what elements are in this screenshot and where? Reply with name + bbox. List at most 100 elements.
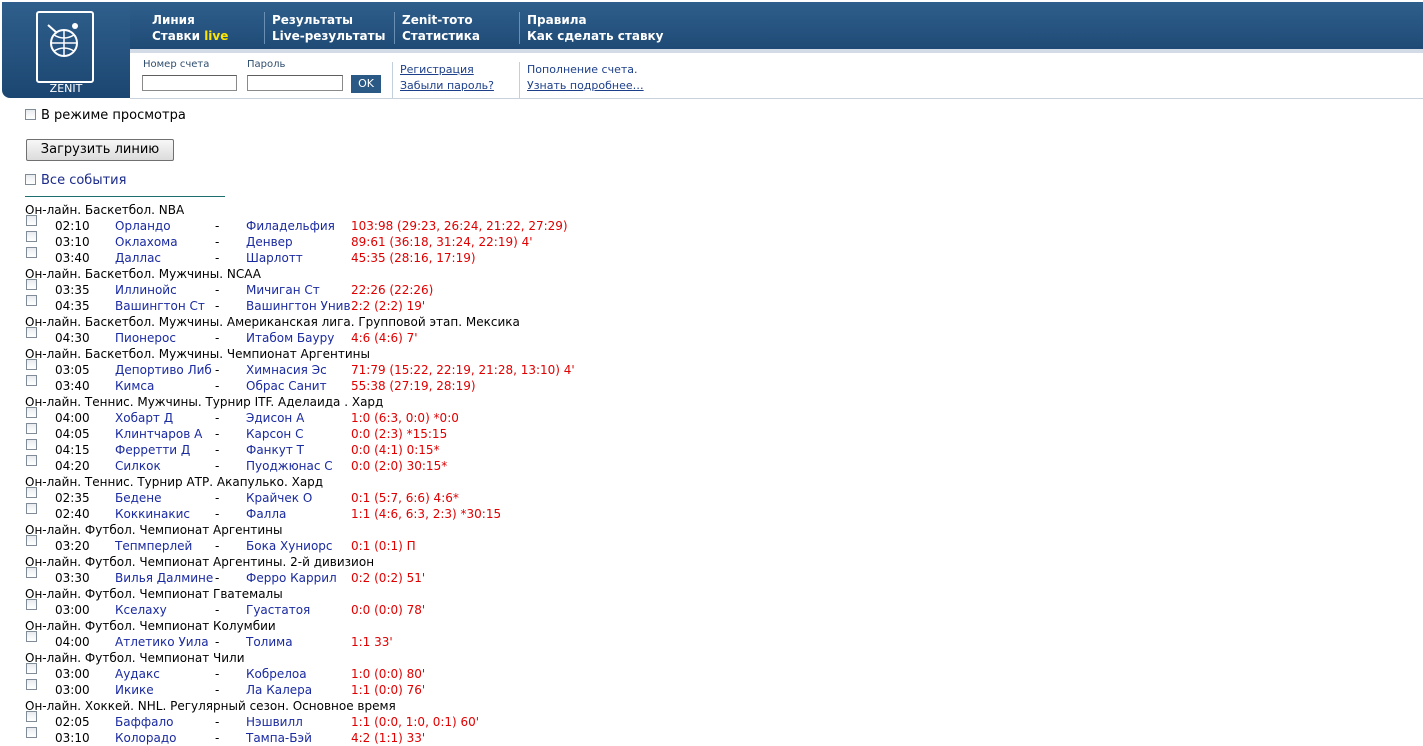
event-dash: -	[215, 683, 220, 697]
event-checkbox[interactable]	[26, 599, 37, 610]
event-team2[interactable]: Крайчек О	[246, 490, 312, 506]
login-ok-button[interactable]: OK	[351, 75, 381, 93]
account-number-input[interactable]	[142, 75, 237, 91]
event-team2[interactable]: Кобрелоа	[246, 666, 307, 682]
event-checkbox[interactable]	[26, 423, 37, 434]
event-team1[interactable]: Вашингтон Ст	[115, 298, 205, 314]
account-links: Регистрация Забыли пароль?	[392, 62, 494, 98]
event-team2[interactable]: Обрас Санит	[246, 378, 327, 394]
event-team1[interactable]: Тепмперлей	[115, 538, 192, 554]
event-team1[interactable]: Кселаху	[115, 602, 167, 618]
event-team1[interactable]: Бедене	[115, 490, 162, 506]
event-team2[interactable]: Шарлотт	[246, 250, 303, 266]
event-team2[interactable]: Нэшвилл	[246, 714, 303, 730]
event-checkbox[interactable]	[26, 359, 37, 370]
event-team1[interactable]: Оклахома	[115, 234, 178, 250]
league-header: Он-лайн. Хоккей. NHL. Регулярный сезон. …	[25, 699, 396, 713]
event-team2[interactable]: Толима	[246, 634, 293, 650]
event-checkbox[interactable]	[26, 375, 37, 386]
nav-live-bets-link[interactable]: Ставки live	[152, 28, 228, 44]
event-checkbox[interactable]	[26, 279, 37, 290]
event-team1[interactable]: Атлетико Уила	[115, 634, 209, 650]
event-team1[interactable]: Хобарт Д	[115, 410, 173, 426]
event-team2[interactable]: Тампа-Бэй	[246, 730, 312, 746]
event-team1[interactable]: Ферретти Д	[115, 442, 190, 458]
event-checkbox[interactable]	[26, 535, 37, 546]
view-mode-toggle[interactable]: В режиме просмотра	[25, 108, 186, 123]
event-team2[interactable]: Гуастатоя	[246, 602, 310, 618]
event-team1[interactable]: Икике	[115, 682, 154, 698]
event-time: 04:20	[55, 459, 90, 473]
event-team2[interactable]: Ла Калера	[246, 682, 312, 698]
event-score: 45:35 (28:16, 17:19)	[351, 251, 476, 265]
nav-how-to-bet-link[interactable]: Как сделать ставку	[527, 28, 664, 44]
event-time: 02:05	[55, 715, 90, 729]
event-checkbox[interactable]	[26, 231, 37, 242]
event-team1[interactable]: Иллинойс	[115, 282, 177, 298]
nav-toto-link[interactable]: Zenit-тото	[402, 12, 480, 28]
league-header: Он-лайн. Баскетбол. NBA	[25, 203, 185, 217]
event-team2[interactable]: Мичиган Ст	[246, 282, 320, 298]
nav-line-link[interactable]: Линия	[152, 12, 228, 28]
event-checkbox[interactable]	[26, 487, 37, 498]
event-team2[interactable]: Вашингтон Унив	[246, 298, 351, 314]
event-team1[interactable]: Силкок	[115, 458, 161, 474]
event-team2[interactable]: Фанкут Т	[246, 442, 304, 458]
event-team1[interactable]: Орландо	[115, 218, 171, 234]
event-team2[interactable]: Денвер	[246, 234, 293, 250]
event-checkbox[interactable]	[26, 503, 37, 514]
nav-statistics-link[interactable]: Статистика	[402, 28, 480, 44]
nav-rules-link[interactable]: Правила	[527, 12, 664, 28]
event-team1[interactable]: Депортиво Либ	[115, 362, 212, 378]
event-team2[interactable]: Химнасия Эс	[246, 362, 327, 378]
event-team2[interactable]: Эдисон А	[246, 410, 304, 426]
learn-more-link[interactable]: Узнать подробнее…	[527, 78, 644, 94]
event-team2[interactable]: Фалла	[246, 506, 286, 522]
event-team2[interactable]: Филадельфия	[246, 218, 335, 234]
event-checkbox[interactable]	[26, 295, 37, 306]
password-input[interactable]	[247, 75, 343, 91]
event-checkbox[interactable]	[26, 727, 37, 738]
event-team2[interactable]: Итабом Бауру	[246, 330, 334, 346]
event-checkbox[interactable]	[26, 631, 37, 642]
event-team2[interactable]: Пуоджюнас С	[246, 458, 333, 474]
event-checkbox[interactable]	[26, 711, 37, 722]
events-list: Он-лайн. Баскетбол. NBA 02:10 Орландо - Фила…	[25, 202, 1405, 746]
event-team1[interactable]: Пионерос	[115, 330, 176, 346]
nav-results-link[interactable]: Результаты	[272, 12, 385, 28]
event-team2[interactable]: Бока Хуниорс	[246, 538, 333, 554]
league-header: Он-лайн. Футбол. Чемпионат Гватемалы	[25, 587, 283, 601]
event-checkbox[interactable]	[26, 663, 37, 674]
event-team1[interactable]: Даллас	[115, 250, 161, 266]
event-checkbox[interactable]	[26, 215, 37, 226]
event-score: 1:1 (4:6, 6:3, 2:3) *30:15	[351, 507, 502, 521]
view-mode-checkbox[interactable]	[25, 109, 36, 120]
logo-text: ZENIT	[49, 82, 83, 95]
all-events-toggle[interactable]: Все события	[25, 173, 126, 188]
zenit-logo[interactable]: ZENIT	[2, 2, 130, 98]
event-team1[interactable]: Клинтчаров А	[115, 426, 202, 442]
forgot-password-link[interactable]: Забыли пароль?	[400, 78, 494, 94]
event-team1[interactable]: Кимса	[115, 378, 154, 394]
event-team1[interactable]: Баффало	[115, 714, 173, 730]
register-link[interactable]: Регистрация	[400, 62, 494, 78]
event-team1[interactable]: Вилья Далмине	[115, 570, 213, 586]
nav-live-results-link[interactable]: Live-результаты	[272, 28, 385, 44]
event-team2[interactable]: Ферро Каррил	[246, 570, 337, 586]
event-checkbox[interactable]	[26, 439, 37, 450]
event-team1[interactable]: Коккинакис	[115, 506, 190, 522]
event-checkbox[interactable]	[26, 407, 37, 418]
event-score: 103:98 (29:23, 26:24, 21:22, 27:29)	[351, 219, 568, 233]
event-dash: -	[215, 235, 220, 249]
event-team2[interactable]: Карсон С	[246, 426, 303, 442]
event-team1[interactable]: Колорадо	[115, 730, 176, 746]
event-checkbox[interactable]	[26, 455, 37, 466]
event-checkbox[interactable]	[26, 327, 37, 338]
load-line-button[interactable]: Загрузить линию	[26, 139, 174, 161]
event-row: 04:00 Хобарт Д - Эдисон А 1:0 (6:3, 0:0) *0:…	[25, 407, 1405, 426]
event-team1[interactable]: Аудакс	[115, 666, 160, 682]
event-checkbox[interactable]	[26, 567, 37, 578]
all-events-checkbox[interactable]	[25, 174, 36, 185]
event-checkbox[interactable]	[26, 247, 37, 258]
event-checkbox[interactable]	[26, 679, 37, 690]
